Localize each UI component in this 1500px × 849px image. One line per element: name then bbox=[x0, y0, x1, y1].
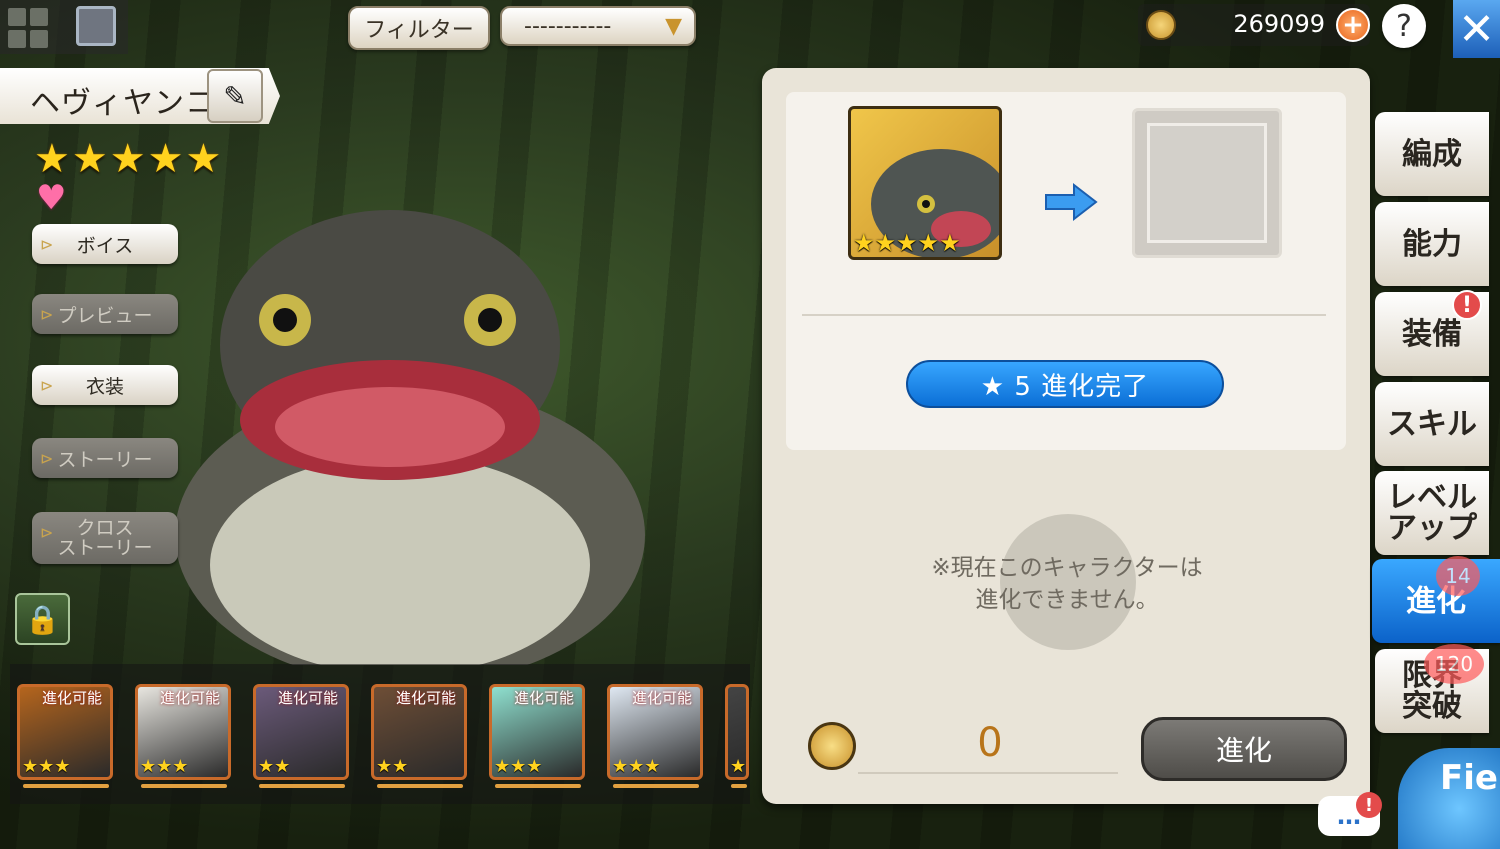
evolvable-label: 進化可能 bbox=[278, 689, 339, 707]
chevron-down-icon: ▼ bbox=[665, 14, 682, 39]
roster-character-card[interactable]: ★★ bbox=[725, 684, 749, 780]
card-stars: ★★ bbox=[376, 756, 409, 777]
message-line-2: 進化できません。 bbox=[975, 587, 1159, 613]
card-level-bar bbox=[141, 784, 227, 788]
character-model bbox=[175, 210, 645, 665]
card-stars: ★★★ bbox=[140, 756, 189, 777]
lock-button[interactable]: 🔒 bbox=[15, 593, 70, 645]
evolve-count-badge: 14 bbox=[1436, 556, 1480, 596]
roster-character-card[interactable]: 進化可能 ★★★ bbox=[135, 684, 231, 780]
limit-count-badge: 120 bbox=[1424, 644, 1484, 684]
play-icon: ⊳ bbox=[40, 376, 54, 395]
message-line-1: ※現在このキャラクターは bbox=[931, 555, 1203, 581]
card-level-bar bbox=[377, 784, 463, 788]
arrow-right-icon bbox=[1045, 182, 1098, 222]
evolution-complete-badge: ★ 5 進化完了 bbox=[906, 360, 1224, 408]
edit-name-button[interactable]: ✎ bbox=[207, 69, 263, 123]
side-menu-label: ボイス bbox=[76, 234, 134, 257]
grid-view-icon[interactable] bbox=[8, 8, 48, 48]
play-icon: ⊳ bbox=[40, 449, 54, 468]
card-level-bar bbox=[613, 784, 699, 788]
card-level-bar bbox=[23, 784, 109, 788]
side-menu-label: クロス ストーリー bbox=[57, 517, 153, 559]
card-level-bar bbox=[495, 784, 581, 788]
rarity-stars: ★★★★★ bbox=[34, 136, 224, 182]
roster-character-card[interactable]: 進化可能 ★★★ bbox=[607, 684, 703, 780]
play-icon: ⊳ bbox=[40, 305, 54, 324]
cost-coin-icon bbox=[808, 722, 856, 770]
card-level-bar bbox=[731, 784, 747, 788]
side-menu-label: ストーリー bbox=[57, 448, 153, 471]
side-menu-label: プレビュー bbox=[57, 304, 153, 327]
evolution-cost: 0 bbox=[977, 720, 1003, 766]
evolvable-label: 進化可能 bbox=[42, 689, 103, 707]
evolvable-label: 進化可能 bbox=[632, 689, 693, 707]
evolve-button[interactable]: 進化 bbox=[1141, 717, 1347, 781]
chat-alert-icon: ! bbox=[1356, 792, 1382, 818]
side-menu-button[interactable]: ⊳ プレビュー bbox=[32, 294, 178, 334]
sort-dropdown[interactable]: ----------- ▼ bbox=[500, 6, 696, 46]
side-menu-button[interactable]: ⊳ クロス ストーリー bbox=[32, 512, 178, 564]
card-stars: ★★ bbox=[258, 756, 291, 777]
side-menu-button[interactable]: ⊳ 衣装 bbox=[32, 365, 178, 405]
card-stars: ★★ bbox=[730, 756, 747, 777]
side-menu-label: 衣装 bbox=[85, 375, 124, 398]
current-character-portrait: ★★★★★ bbox=[848, 106, 1002, 260]
single-view-icon[interactable] bbox=[76, 6, 116, 46]
roster-character-card[interactable]: 進化可能 ★★★ bbox=[489, 684, 585, 780]
lock-icon: 🔒 bbox=[25, 602, 60, 636]
tab-3[interactable]: スキル bbox=[1375, 382, 1489, 466]
field-label: Fie bbox=[1440, 758, 1498, 798]
card-stars: ★★★ bbox=[612, 756, 661, 777]
add-coins-button[interactable]: + bbox=[1336, 8, 1370, 42]
cannot-evolve-message: ※現在このキャラクターは 進化できません。 bbox=[862, 552, 1272, 616]
play-icon: ⊳ bbox=[40, 523, 54, 542]
sort-value: ----------- bbox=[524, 13, 612, 39]
card-stars: ★★★ bbox=[494, 756, 543, 777]
card-stars: ★★★ bbox=[22, 756, 71, 777]
tab-4[interactable]: レベル アップ bbox=[1375, 471, 1489, 555]
side-menu-button[interactable]: ⊳ ボイス bbox=[32, 224, 178, 264]
evolved-character-slot bbox=[1132, 108, 1282, 258]
play-icon: ⊳ bbox=[40, 235, 54, 254]
favorite-heart-icon[interactable]: ♥ bbox=[36, 178, 66, 218]
roster-character-card[interactable]: 進化可能 ★★★ bbox=[17, 684, 113, 780]
evolvable-label: 進化可能 bbox=[396, 689, 457, 707]
equip-alert-icon: ! bbox=[1452, 290, 1482, 320]
coin-icon bbox=[1146, 10, 1176, 40]
portrait-stars: ★★★★★ bbox=[853, 229, 961, 257]
roster-character-card[interactable]: 進化可能 ★★ bbox=[253, 684, 349, 780]
divider bbox=[802, 314, 1326, 316]
card-level-bar bbox=[259, 784, 345, 788]
evolvable-label: 進化可能 bbox=[514, 689, 575, 707]
tab-0[interactable]: 編成 bbox=[1375, 112, 1489, 196]
field-button[interactable]: Fie bbox=[1398, 748, 1500, 849]
close-button[interactable]: ✕ bbox=[1453, 0, 1500, 58]
tab-1[interactable]: 能力 bbox=[1375, 202, 1489, 286]
filter-button[interactable]: フィルター bbox=[348, 6, 490, 50]
cost-underline bbox=[858, 772, 1118, 774]
character-name: ヘヴィヤンコ bbox=[30, 86, 216, 121]
pen-icon: ✎ bbox=[223, 79, 247, 113]
evolvable-label: 進化可能 bbox=[160, 689, 221, 707]
roster-character-card[interactable]: 進化可能 ★★ bbox=[371, 684, 467, 780]
coin-count: 269099 bbox=[1233, 10, 1325, 38]
side-menu-button[interactable]: ⊳ ストーリー bbox=[32, 438, 178, 478]
help-button[interactable]: ? bbox=[1382, 4, 1426, 48]
